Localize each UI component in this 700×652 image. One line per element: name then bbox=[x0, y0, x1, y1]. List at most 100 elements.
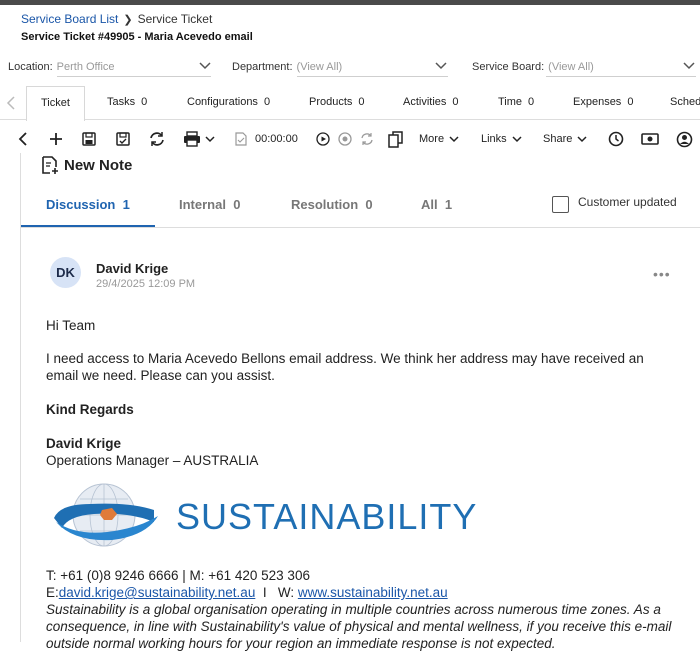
chevron-down-icon bbox=[435, 62, 447, 70]
save-close-icon bbox=[116, 132, 130, 146]
email-link[interactable]: david.krige@sustainability.net.au bbox=[59, 585, 256, 600]
tab-count: 1 bbox=[444, 197, 453, 212]
money-icon bbox=[641, 133, 659, 145]
save-button[interactable] bbox=[81, 125, 97, 153]
breadcrumb-service-board-list[interactable]: Service Board List bbox=[21, 12, 118, 26]
note-date: 29/4/2025 12:09 PM bbox=[96, 278, 196, 290]
tab-internal[interactable]: Internal 0 bbox=[179, 197, 240, 212]
tab-count: 0 bbox=[627, 96, 634, 108]
body-line-2: email we need. Please can you assist. bbox=[46, 368, 275, 383]
timer-icon-wrap bbox=[235, 125, 247, 153]
timer-reset-button[interactable] bbox=[360, 125, 374, 153]
department-select[interactable]: Department: (View All) bbox=[232, 57, 448, 77]
new-note-label: New Note bbox=[64, 156, 133, 174]
new-note-button[interactable]: New Note bbox=[41, 153, 132, 177]
regards: Kind Regards bbox=[46, 402, 134, 417]
printer-icon bbox=[184, 131, 200, 147]
tab-label: Activities bbox=[403, 96, 447, 108]
plus-icon bbox=[50, 133, 62, 145]
tab-label: Tasks bbox=[107, 96, 136, 108]
ticket-tabs: Ticket Tasks 0 Configurations 0 Products 0 … bbox=[0, 86, 700, 121]
timer-play-button[interactable] bbox=[316, 125, 330, 153]
tab-products[interactable]: Products 0 bbox=[309, 86, 365, 119]
tab-schedule[interactable]: Sched bbox=[670, 86, 700, 119]
clock-icon bbox=[608, 131, 624, 147]
logo-text: SUSTAINABILITY bbox=[176, 496, 478, 537]
document-timer-icon bbox=[235, 132, 247, 146]
refresh-button[interactable] bbox=[148, 125, 166, 153]
chevron-down-icon bbox=[449, 136, 459, 143]
department-value: (View All) bbox=[296, 61, 343, 73]
contact-button[interactable] bbox=[676, 125, 693, 153]
tab-count: 1 bbox=[122, 197, 130, 212]
breadcrumb: Service Board List ❯ Service Ticket bbox=[21, 12, 212, 26]
tab-count: 0 bbox=[233, 197, 241, 212]
customer-updated-checkbox[interactable] bbox=[552, 196, 569, 213]
links-label: Links bbox=[481, 133, 507, 145]
tab-label: Sched bbox=[670, 96, 700, 108]
location-select[interactable]: Location: Perth Office bbox=[8, 57, 212, 77]
tab-label: Products bbox=[309, 96, 353, 108]
email-prefix: E: bbox=[46, 585, 59, 600]
copy-icon bbox=[388, 130, 403, 148]
refresh-icon bbox=[150, 132, 164, 146]
stop-icon bbox=[338, 132, 352, 146]
website-link[interactable]: www.sustainability.net.au bbox=[298, 585, 448, 600]
disclaimer-line-2: consequence, in line with Sustainability… bbox=[46, 619, 672, 634]
timer-display: 00:00:00 bbox=[255, 133, 298, 145]
tab-activities[interactable]: Activities 0 bbox=[403, 86, 459, 119]
top-bar bbox=[0, 0, 700, 5]
disclaimer-line-1: Sustainability is a global organisation … bbox=[46, 602, 661, 617]
history-button[interactable] bbox=[608, 125, 624, 153]
tab-expenses[interactable]: Expenses 0 bbox=[573, 86, 633, 119]
avatar: DK bbox=[50, 257, 81, 288]
service-board-underline bbox=[546, 76, 696, 77]
chevron-left-icon[interactable] bbox=[4, 95, 18, 111]
tab-discussion[interactable]: Discussion 1 bbox=[46, 197, 130, 212]
department-label: Department: bbox=[232, 61, 293, 73]
billing-button[interactable] bbox=[641, 125, 659, 153]
add-button[interactable] bbox=[48, 125, 64, 153]
more-label: More bbox=[419, 133, 445, 145]
tab-tasks[interactable]: Tasks 0 bbox=[107, 86, 147, 119]
tab-count: 0 bbox=[365, 197, 373, 212]
tab-count: 0 bbox=[528, 96, 535, 108]
service-board-select[interactable]: Service Board: (View All) bbox=[472, 57, 696, 77]
save-icon bbox=[82, 132, 96, 146]
new-note-icon bbox=[42, 156, 58, 174]
links-menu[interactable]: Links bbox=[481, 125, 523, 153]
location-underline bbox=[57, 76, 211, 77]
department-underline bbox=[297, 76, 448, 77]
share-menu[interactable]: Share bbox=[543, 125, 588, 153]
tab-all[interactable]: All 1 bbox=[421, 197, 452, 212]
tab-label: Time bbox=[498, 96, 523, 108]
tab-resolution[interactable]: Resolution 0 bbox=[291, 197, 373, 212]
signature-name: David Krige bbox=[46, 436, 122, 451]
chevron-left-icon bbox=[18, 132, 27, 146]
print-button[interactable] bbox=[183, 125, 216, 153]
contact-email-web: E:david.krige@sustainability.net.au I W:… bbox=[46, 584, 448, 601]
company-logo: SUSTAINABILITY bbox=[50, 482, 530, 548]
save-close-button[interactable] bbox=[115, 125, 132, 153]
tab-label: Configurations bbox=[187, 96, 258, 108]
filter-bar: Location: Perth Office Department: (View… bbox=[0, 57, 700, 77]
more-menu[interactable]: More bbox=[419, 125, 460, 153]
service-board-value: (View All) bbox=[548, 61, 594, 73]
customer-updated-label: Customer updated bbox=[578, 195, 677, 209]
copy-button[interactable] bbox=[388, 125, 403, 153]
tab-label: Discussion bbox=[46, 197, 116, 212]
tab-count: 0 bbox=[358, 96, 365, 108]
timer-stop-button[interactable] bbox=[338, 125, 352, 153]
active-tab-indicator bbox=[21, 225, 155, 227]
tab-configurations[interactable]: Configurations 0 bbox=[187, 86, 270, 119]
tab-time[interactable]: Time 0 bbox=[498, 86, 534, 119]
note-author: David Krige bbox=[96, 261, 169, 276]
tab-ticket[interactable]: Ticket bbox=[26, 86, 85, 121]
more-options-icon[interactable]: ••• bbox=[653, 266, 671, 282]
breadcrumb-current: Service Ticket bbox=[137, 12, 213, 26]
play-icon bbox=[316, 132, 330, 146]
tab-label: All bbox=[421, 197, 438, 212]
back-button[interactable] bbox=[16, 125, 30, 153]
reset-icon bbox=[361, 133, 373, 145]
tab-count: 0 bbox=[141, 96, 148, 108]
